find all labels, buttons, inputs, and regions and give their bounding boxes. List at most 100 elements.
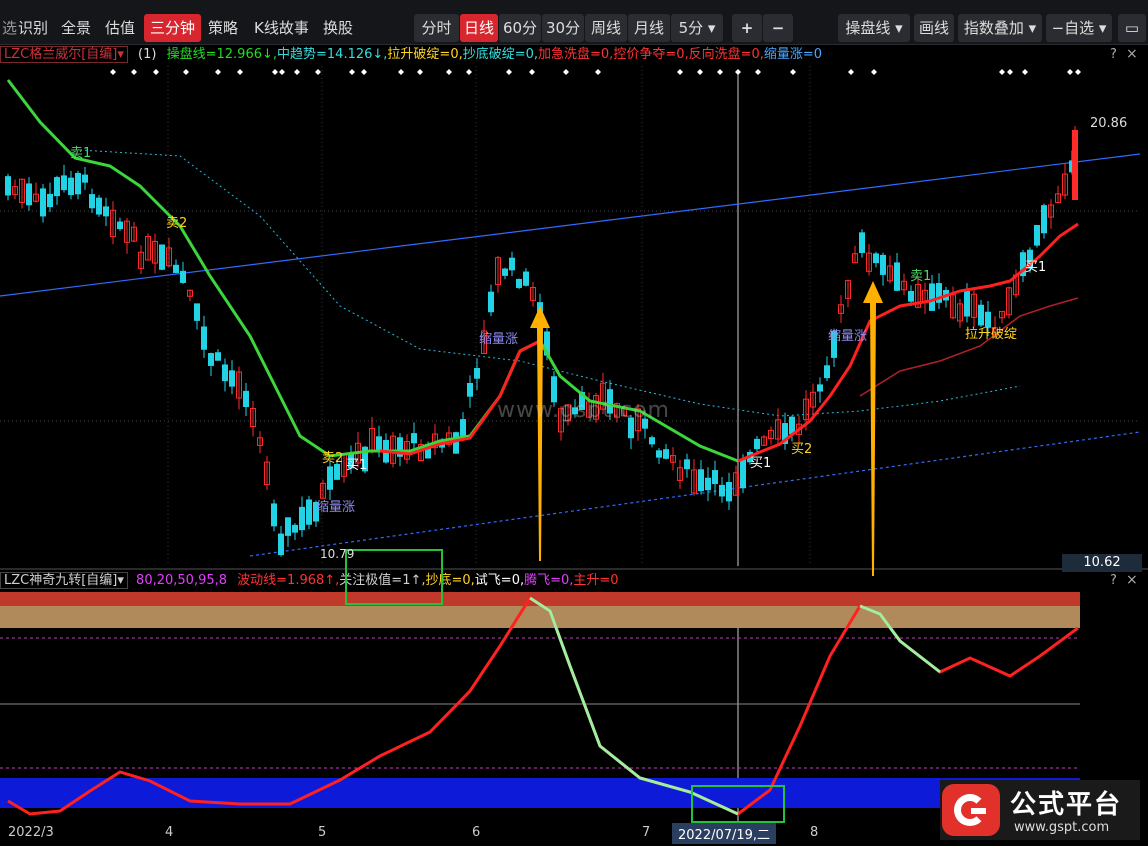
- candle-body: [726, 481, 732, 502]
- candle-body: [656, 450, 662, 458]
- candle-body: [173, 264, 179, 273]
- indicator-line-dropdown[interactable]: 操盘线 ▾: [838, 14, 910, 42]
- signal-diamond: [529, 69, 535, 75]
- x-tick: 4: [165, 825, 174, 840]
- toolbar-item-three-minutes[interactable]: 三分钟: [144, 14, 202, 42]
- chart-annotation: 买2: [791, 442, 812, 457]
- toolbar-item-panorama[interactable]: 全景: [55, 14, 97, 42]
- toolbar-item-switch-stock[interactable]: 换股: [317, 14, 359, 42]
- brand-name: 公式平台: [1010, 790, 1123, 820]
- candle-body: [75, 172, 81, 195]
- signal-diamond: [183, 69, 189, 75]
- zoom-out-button[interactable]: −: [763, 14, 793, 42]
- chart-annotation: 买1: [346, 458, 367, 473]
- period-tab-30min[interactable]: 30分: [542, 14, 584, 42]
- main-close-icon[interactable]: ×: [1126, 46, 1138, 62]
- signal-diamond: [279, 69, 285, 75]
- chart-annotation: 缩量涨: [479, 331, 518, 347]
- candle-body: [299, 506, 305, 531]
- period-tab-intraday[interactable]: 分时: [414, 14, 459, 42]
- chart-annotation: 买1: [1025, 260, 1046, 275]
- chart-annotation: 卖2: [322, 451, 343, 466]
- brand-logo: 公式平台 www.gspt.com: [940, 780, 1140, 840]
- main-help-icon[interactable]: ?: [1110, 47, 1117, 62]
- current-price-tag: 10.62: [1062, 554, 1142, 572]
- indicator-value: 缩量涨=0: [763, 47, 823, 62]
- candle-body: [705, 477, 711, 491]
- signal-diamond: [153, 69, 159, 75]
- candle-body: [159, 244, 165, 270]
- candle-body: [964, 291, 970, 317]
- signal-diamond: [110, 69, 116, 75]
- toolbar-item-recognize[interactable]: 识别: [12, 14, 54, 42]
- candle-body: [1034, 224, 1040, 246]
- candle-body: [509, 257, 515, 271]
- high-price-label: 20.86: [1090, 116, 1128, 131]
- signal-diamond: [272, 69, 278, 75]
- candle-body: [271, 503, 277, 527]
- signal-diamond: [315, 69, 321, 75]
- candle-body: [502, 268, 508, 276]
- chart-annotation: 买1: [750, 456, 771, 471]
- zoom-in-button[interactable]: +: [732, 14, 762, 42]
- period-tab-weekly[interactable]: 周线: [585, 14, 627, 42]
- signal-diamond: [697, 69, 703, 75]
- indicator-value: 中趋势=14.126↓,: [277, 47, 388, 62]
- period-tab-60min[interactable]: 60分: [499, 14, 541, 42]
- indicator-value: 拉升破绽=0,: [387, 47, 463, 62]
- indicator-value: 控价争夺=0,: [613, 47, 689, 62]
- candle-body: [40, 188, 46, 217]
- candle-body: [859, 232, 865, 253]
- signal-diamond: [1075, 69, 1081, 75]
- candle-body: [334, 463, 340, 480]
- signal-diamond: [595, 69, 601, 75]
- sub-close-icon[interactable]: ×: [1126, 572, 1138, 588]
- candle-body: [327, 466, 333, 490]
- toolbar-item-valuation[interactable]: 估值: [99, 14, 141, 42]
- toolbar-item-kline-story[interactable]: K线故事: [248, 14, 315, 42]
- signal-diamond: [1022, 69, 1028, 75]
- candle-body: [474, 368, 480, 379]
- top-toolbar: 选 识别 全景 估值 三分钟 策略 K线故事 换股 分时 日线 60分 30分 …: [0, 0, 1148, 45]
- signal-diamond: [677, 69, 683, 75]
- signal-diamond: [871, 69, 877, 75]
- candle-body: [194, 303, 200, 321]
- signal-diamond: [506, 69, 512, 75]
- signal-diamond: [563, 69, 569, 75]
- price-chart[interactable]: 卖1卖2缩量涨卖2 买1缩量涨买1买2缩量涨卖1拉升破绽买1: [0, 66, 1148, 846]
- chart-annotation: 缩量涨: [316, 499, 355, 515]
- x-tick: 7: [642, 825, 651, 840]
- candle-body: [26, 183, 32, 206]
- candle-body: [817, 384, 823, 392]
- period-dropdown-5min[interactable]: 5分 ▾: [671, 14, 723, 42]
- period-tab-daily[interactable]: 日线: [460, 14, 498, 42]
- candle-body: [285, 517, 291, 536]
- candle-body: [89, 194, 95, 209]
- x-tick: 6: [472, 825, 481, 840]
- candle-body: [908, 290, 914, 302]
- main-indicator-dropdown[interactable]: LZC格兰威尔[自编]▾: [0, 46, 128, 63]
- sub-help-icon[interactable]: ?: [1110, 573, 1117, 588]
- x-tick: 5: [318, 825, 327, 840]
- candle-body: [103, 206, 109, 217]
- index-overlay-dropdown[interactable]: 指数叠加 ▾: [958, 14, 1042, 42]
- signal-diamond: [790, 69, 796, 75]
- brand-url: www.gspt.com: [1014, 820, 1110, 835]
- chart-annotation: 卖1: [910, 269, 931, 284]
- toolbar-item-strategy[interactable]: 策略: [202, 14, 244, 42]
- low-price-label: 10.79: [320, 547, 355, 561]
- candle-body: [243, 390, 249, 408]
- extreme-band: [0, 606, 1080, 628]
- indicator-value: 反向洗盘=0,: [688, 47, 764, 62]
- candle-body: [117, 221, 123, 230]
- watchlist-dropdown[interactable]: −自选 ▾: [1046, 14, 1112, 42]
- period-tab-monthly[interactable]: 月线: [628, 14, 670, 42]
- signal-diamond: [999, 69, 1005, 75]
- candle-body: [82, 174, 88, 183]
- panel-toggle-icon[interactable]: ▭: [1118, 14, 1146, 42]
- main-indicator-name: LZC格兰威尔[自编]: [4, 47, 118, 62]
- candle-body: [740, 459, 746, 489]
- candle-body: [229, 370, 235, 387]
- draw-line-button[interactable]: 画线: [914, 14, 954, 42]
- candle-body: [411, 433, 417, 444]
